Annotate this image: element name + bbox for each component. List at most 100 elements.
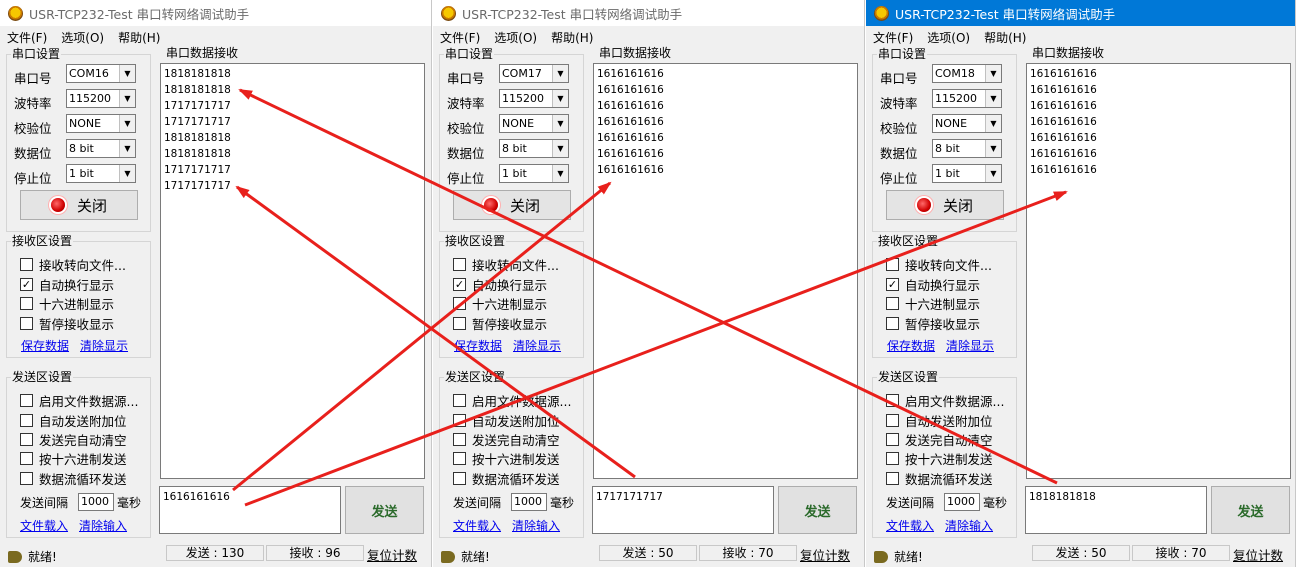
port-select[interactable]: COM18 ▼ (932, 64, 1002, 83)
clear-input-link[interactable]: 清除输入 (79, 517, 127, 534)
pause-display-checkbox[interactable]: 暂停接收显示 (20, 314, 114, 333)
stopbits-select[interactable]: 1 bit ▼ (499, 164, 569, 183)
checkbox-icon[interactable] (453, 414, 466, 427)
checkbox-icon[interactable] (453, 317, 466, 330)
chevron-down-icon[interactable]: ▼ (552, 115, 568, 132)
clear-display-link[interactable]: 清除显示 (513, 337, 561, 354)
auto-clear-checkbox[interactable]: 发送完自动清空 (886, 430, 993, 449)
reset-count-button[interactable]: 复位计数 (1233, 545, 1283, 564)
send-textarea[interactable]: 1717171717 (592, 486, 774, 534)
append-bits-checkbox[interactable]: 自动发送附加位 (886, 411, 993, 430)
recv-to-file-checkbox[interactable]: 接收转向文件... (20, 255, 126, 274)
append-bits-checkbox[interactable]: 自动发送附加位 (453, 411, 560, 430)
auto-wrap-checkbox[interactable]: ✓ 自动换行显示 (453, 275, 547, 294)
file-load-link[interactable]: 文件载入 (453, 517, 501, 534)
chevron-down-icon[interactable]: ▼ (552, 90, 568, 107)
checkbox-icon[interactable] (453, 433, 466, 446)
databits-select[interactable]: 8 bit ▼ (66, 139, 136, 158)
port-select[interactable]: COM16 ▼ (66, 64, 136, 83)
port-toggle-button[interactable]: 关闭 (20, 190, 138, 220)
checkbox-icon[interactable] (20, 452, 33, 465)
baud-select[interactable]: 115200 ▼ (66, 89, 136, 108)
hex-display-checkbox[interactable]: 十六进制显示 (20, 294, 114, 313)
chevron-down-icon[interactable]: ▼ (985, 115, 1001, 132)
reset-count-button[interactable]: 复位计数 (367, 545, 417, 564)
parity-select[interactable]: NONE ▼ (66, 114, 136, 133)
recv-textarea[interactable]: 1616161616 1616161616 1616161616 1616161616… (1026, 63, 1291, 479)
stopbits-select[interactable]: 1 bit ▼ (932, 164, 1002, 183)
checkbox-icon[interactable] (886, 472, 899, 485)
checkbox-icon[interactable] (20, 297, 33, 310)
port-select[interactable]: COM17 ▼ (499, 64, 569, 83)
reset-count-button[interactable]: 复位计数 (800, 545, 850, 564)
interval-input[interactable]: 1000 (78, 493, 114, 511)
baud-select[interactable]: 115200 ▼ (932, 89, 1002, 108)
hex-display-checkbox[interactable]: 十六进制显示 (886, 294, 980, 313)
menu-help[interactable]: 帮助(H) (544, 27, 600, 47)
auto-wrap-checkbox[interactable]: ✓ 自动换行显示 (886, 275, 980, 294)
hex-send-checkbox[interactable]: 按十六进制发送 (453, 449, 560, 468)
recv-to-file-checkbox[interactable]: 接收转向文件... (453, 255, 559, 274)
baud-select[interactable]: 115200 ▼ (499, 89, 569, 108)
pause-display-checkbox[interactable]: 暂停接收显示 (886, 314, 980, 333)
checkbox-icon[interactable]: ✓ (453, 278, 466, 291)
chevron-down-icon[interactable]: ▼ (119, 90, 135, 107)
interval-input[interactable]: 1000 (511, 493, 547, 511)
stopbits-select[interactable]: 1 bit ▼ (66, 164, 136, 183)
file-load-link[interactable]: 文件载入 (886, 517, 934, 534)
save-data-link[interactable]: 保存数据 (887, 337, 935, 354)
menu-help[interactable]: 帮助(H) (111, 27, 167, 47)
recv-textarea[interactable]: 1818181818 1818181818 1717171717 1717171717… (160, 63, 425, 479)
file-source-checkbox[interactable]: 启用文件数据源... (453, 391, 571, 410)
save-data-link[interactable]: 保存数据 (454, 337, 502, 354)
send-textarea[interactable]: 1818181818 (1025, 486, 1207, 534)
checkbox-icon[interactable] (20, 317, 33, 330)
checkbox-icon[interactable]: ✓ (886, 278, 899, 291)
chevron-down-icon[interactable]: ▼ (985, 165, 1001, 182)
port-toggle-button[interactable]: 关闭 (886, 190, 1004, 220)
port-toggle-button[interactable]: 关闭 (453, 190, 571, 220)
clear-display-link[interactable]: 清除显示 (946, 337, 994, 354)
hex-send-checkbox[interactable]: 按十六进制发送 (20, 449, 127, 468)
checkbox-icon[interactable]: ✓ (20, 278, 33, 291)
chevron-down-icon[interactable]: ▼ (119, 65, 135, 82)
file-source-checkbox[interactable]: 启用文件数据源... (886, 391, 1004, 410)
checkbox-icon[interactable] (453, 472, 466, 485)
append-bits-checkbox[interactable]: 自动发送附加位 (20, 411, 127, 430)
loop-send-checkbox[interactable]: 数据流循环发送 (453, 469, 560, 488)
chevron-down-icon[interactable]: ▼ (119, 140, 135, 157)
auto-clear-checkbox[interactable]: 发送完自动清空 (453, 430, 560, 449)
menu-options[interactable]: 选项(O) (487, 27, 544, 47)
auto-clear-checkbox[interactable]: 发送完自动清空 (20, 430, 127, 449)
send-button[interactable]: 发送 (1211, 486, 1290, 534)
checkbox-icon[interactable] (20, 394, 33, 407)
checkbox-icon[interactable] (453, 452, 466, 465)
checkbox-icon[interactable] (453, 394, 466, 407)
databits-select[interactable]: 8 bit ▼ (932, 139, 1002, 158)
checkbox-icon[interactable] (453, 258, 466, 271)
checkbox-icon[interactable] (20, 258, 33, 271)
menu-file[interactable]: 文件(F) (866, 27, 920, 47)
clear-input-link[interactable]: 清除输入 (512, 517, 560, 534)
title-bar[interactable]: USR-TCP232-Test 串口转网络调试助手 (0, 0, 431, 26)
send-button[interactable]: 发送 (778, 486, 857, 534)
file-load-link[interactable]: 文件载入 (20, 517, 68, 534)
checkbox-icon[interactable] (886, 317, 899, 330)
checkbox-icon[interactable] (886, 297, 899, 310)
menu-help[interactable]: 帮助(H) (977, 27, 1033, 47)
chevron-down-icon[interactable]: ▼ (552, 65, 568, 82)
databits-select[interactable]: 8 bit ▼ (499, 139, 569, 158)
parity-select[interactable]: NONE ▼ (932, 114, 1002, 133)
parity-select[interactable]: NONE ▼ (499, 114, 569, 133)
save-data-link[interactable]: 保存数据 (21, 337, 69, 354)
menu-options[interactable]: 选项(O) (920, 27, 977, 47)
checkbox-icon[interactable] (20, 433, 33, 446)
checkbox-icon[interactable] (20, 472, 33, 485)
interval-input[interactable]: 1000 (944, 493, 980, 511)
chevron-down-icon[interactable]: ▼ (985, 140, 1001, 157)
clear-input-link[interactable]: 清除输入 (945, 517, 993, 534)
loop-send-checkbox[interactable]: 数据流循环发送 (20, 469, 127, 488)
menu-file[interactable]: 文件(F) (0, 27, 54, 47)
checkbox-icon[interactable] (886, 258, 899, 271)
loop-send-checkbox[interactable]: 数据流循环发送 (886, 469, 993, 488)
